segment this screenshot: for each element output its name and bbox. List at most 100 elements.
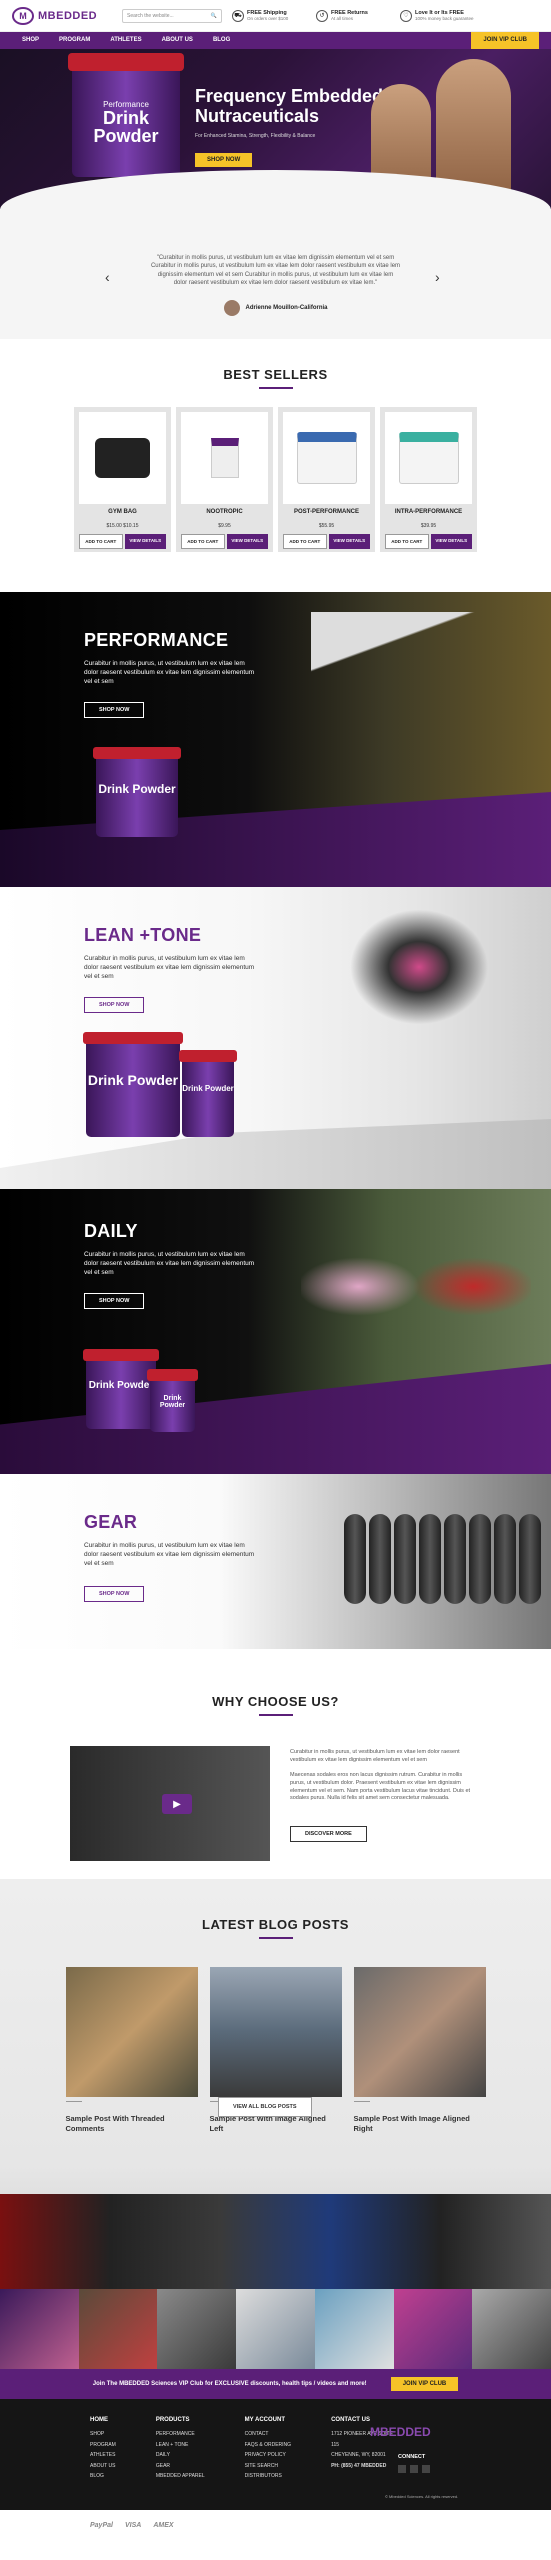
nav-about-us[interactable]: ABOUT US bbox=[152, 32, 203, 49]
nav-program[interactable]: PROGRAM bbox=[49, 32, 100, 49]
performance-band: PERFORMANCE Curabitur in mollis purus, u… bbox=[0, 592, 551, 887]
product-name[interactable]: GYM BAG bbox=[79, 509, 166, 515]
band-text: Curabitur in mollis purus, ut vestibulum… bbox=[84, 1251, 255, 1276]
photo-tile[interactable] bbox=[314, 2289, 394, 2369]
nav-shop[interactable]: SHOP bbox=[12, 32, 49, 49]
footer-link[interactable]: LEAN + TONE bbox=[156, 2442, 205, 2448]
floor-shape bbox=[0, 1119, 551, 1189]
view-all-posts-button[interactable]: VIEW ALL BLOG POSTS bbox=[218, 2097, 312, 2117]
footer-link[interactable]: PERFORMANCE bbox=[156, 2431, 205, 2437]
product-image[interactable] bbox=[385, 412, 472, 504]
feature-title: FREE Shipping bbox=[247, 9, 287, 16]
blog-post-card[interactable]: Sample Post With Threaded Comments bbox=[65, 1967, 198, 2134]
purple-stripe bbox=[0, 792, 551, 887]
photo-tile[interactable] bbox=[0, 2289, 79, 2369]
add-to-cart-button[interactable]: ADD TO CART bbox=[181, 534, 225, 549]
shop-now-button[interactable]: SHOP NOW bbox=[84, 1586, 145, 1602]
join-vip-button[interactable]: JOIN VIP CLUB bbox=[471, 32, 539, 49]
photo-tile[interactable] bbox=[236, 2289, 315, 2369]
photo-tile[interactable] bbox=[157, 2289, 237, 2369]
product-price: $55.95 bbox=[318, 523, 335, 529]
product-image[interactable] bbox=[181, 412, 268, 504]
discover-more-button[interactable]: DISCOVER MORE bbox=[290, 1826, 367, 1842]
search-input[interactable]: Search the website... 🔍 bbox=[122, 8, 222, 23]
footer-heading: CONTACT US bbox=[331, 2417, 370, 2423]
shop-now-button[interactable]: SHOP NOW bbox=[84, 1293, 145, 1309]
nav-athletes[interactable]: ATHLETES bbox=[100, 32, 151, 49]
post-image[interactable] bbox=[65, 1967, 198, 2097]
play-icon[interactable]: ▶ bbox=[162, 1794, 192, 1814]
logo-text: MBEDDED bbox=[38, 9, 98, 22]
heart-icon: ♡ bbox=[400, 9, 412, 22]
phone-number[interactable]: PH: (855) 47 MBEDDED bbox=[331, 2463, 393, 2469]
payment-methods: PayPal VISA AMEX bbox=[0, 2510, 551, 2540]
video-thumbnail[interactable]: ▶ bbox=[70, 1746, 270, 1861]
post-title[interactable]: Sample Post With Threaded Comments bbox=[66, 2114, 198, 2134]
footer-heading[interactable]: HOME bbox=[90, 2417, 116, 2423]
photo-tile[interactable] bbox=[393, 2289, 473, 2369]
footer-link[interactable]: ATHLETES bbox=[90, 2452, 116, 2458]
footer-link[interactable]: MBEDDED APPAREL bbox=[156, 2473, 205, 2479]
product-name[interactable]: POST-PERFORMANCE bbox=[283, 509, 370, 515]
chevron-right-icon[interactable]: › bbox=[435, 269, 440, 285]
site-logo[interactable]: M MBEDDED bbox=[12, 6, 112, 25]
post-title[interactable]: Sample Post With Image Aligned Right bbox=[354, 2114, 486, 2134]
connect-label: CONNECT bbox=[398, 2454, 426, 2460]
social-links bbox=[398, 2465, 430, 2473]
band-text: Curabitur in mollis purus, ut vestibulum… bbox=[84, 1542, 255, 1567]
twitter-icon[interactable] bbox=[410, 2465, 418, 2473]
feature-title: Love It or Its FREE bbox=[415, 9, 464, 16]
nav-blog[interactable]: BLOG bbox=[203, 32, 240, 49]
footer-link[interactable]: PROGRAM bbox=[90, 2442, 116, 2448]
title-underline bbox=[258, 1714, 293, 1716]
post-image[interactable] bbox=[209, 1967, 342, 2097]
instagram-icon[interactable] bbox=[422, 2465, 430, 2473]
search-icon[interactable]: 🔍 bbox=[211, 13, 217, 19]
photo-tile[interactable] bbox=[78, 2289, 158, 2369]
view-details-button[interactable]: VIEW DETAILS bbox=[328, 534, 370, 549]
testimonial-quote: "Curabitur in mollis purus, ut vestibulu… bbox=[150, 255, 401, 287]
hero-title: Frequency Embedded Nutraceuticals bbox=[195, 86, 384, 126]
add-to-cart-button[interactable]: ADD TO CART bbox=[385, 534, 429, 549]
feature-sub: 100% money back guarantee bbox=[415, 16, 474, 22]
product-name[interactable]: INTRA-PERFORMANCE bbox=[385, 509, 472, 515]
footer-link[interactable]: FAQS & ORDERING bbox=[245, 2442, 291, 2448]
facebook-icon[interactable] bbox=[398, 2465, 406, 2473]
tub-label: Performance Drink Powder bbox=[93, 100, 159, 146]
footer-link[interactable]: BLOG bbox=[90, 2473, 116, 2479]
footer-link[interactable]: DISTRIBUTORS bbox=[245, 2473, 291, 2479]
add-to-cart-button[interactable]: ADD TO CART bbox=[79, 534, 123, 549]
hero-shop-button[interactable]: SHOP NOW bbox=[195, 153, 253, 167]
shop-now-button[interactable]: SHOP NOW bbox=[84, 997, 145, 1013]
footer-link[interactable]: PRIVACY POLICY bbox=[245, 2452, 291, 2458]
visa-icon: VISA bbox=[124, 2521, 142, 2529]
join-vip-button[interactable]: JOIN VIP CLUB bbox=[390, 2377, 459, 2391]
product-image[interactable] bbox=[283, 412, 370, 504]
view-details-button[interactable]: VIEW DETAILS bbox=[430, 534, 472, 549]
title-underline bbox=[258, 387, 293, 389]
footer-link[interactable]: GEAR bbox=[156, 2463, 205, 2469]
chevron-left-icon[interactable]: ‹ bbox=[105, 269, 110, 285]
footer-column: HOME SHOP PROGRAM ATHLETES ABOUT US BLOG bbox=[90, 2417, 116, 2510]
feature-title: FREE Returns bbox=[331, 9, 368, 16]
blog-post-card[interactable]: Sample Post With Image Aligned Right bbox=[353, 1967, 486, 2134]
product-name[interactable]: NOOTROPIC bbox=[181, 509, 268, 515]
footer-link[interactable]: ABOUT US bbox=[90, 2463, 116, 2469]
shop-now-button[interactable]: SHOP NOW bbox=[84, 702, 145, 718]
photo-tile[interactable] bbox=[472, 2289, 551, 2369]
add-to-cart-button[interactable]: ADD TO CART bbox=[283, 534, 327, 549]
product-grid: GYM BAG $15.00 $10.15 ADD TO CART VIEW DE… bbox=[0, 407, 551, 552]
footer-link[interactable]: SITE SEARCH bbox=[245, 2463, 291, 2469]
footer-logo[interactable]: MBEDDED bbox=[370, 2425, 431, 2439]
product-price: $39.95 bbox=[420, 523, 437, 529]
post-image[interactable] bbox=[353, 1967, 486, 2097]
product-card: POST-PERFORMANCE $55.95 ADD TO CART VIEW … bbox=[278, 407, 375, 552]
view-details-button[interactable]: VIEW DETAILS bbox=[226, 534, 268, 549]
footer-link[interactable]: CONTACT bbox=[245, 2431, 291, 2437]
footer-link[interactable]: SHOP bbox=[90, 2431, 116, 2437]
product-tub-image: Performance Drink Powder bbox=[68, 53, 184, 177]
product-image[interactable] bbox=[79, 412, 166, 504]
footer-link[interactable]: DAILY bbox=[156, 2452, 205, 2458]
band-title: GEAR bbox=[84, 1512, 138, 1532]
view-details-button[interactable]: VIEW DETAILS bbox=[124, 534, 166, 549]
